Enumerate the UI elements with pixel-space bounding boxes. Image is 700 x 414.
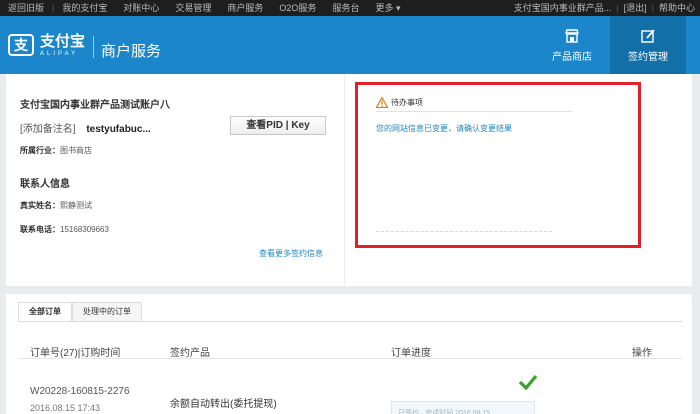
back-to-old-link[interactable]: 返回旧版 <box>0 0 52 16</box>
realname-row: 真实姓名：熙静测试 <box>20 200 92 211</box>
tab-all-orders[interactable]: 全部订单 <box>18 302 72 322</box>
help-center-link[interactable]: 帮助中心 <box>654 0 700 16</box>
header-divider <box>93 36 94 58</box>
phone-value: 15168309663 <box>60 225 109 234</box>
todo-title: 待办事项 <box>376 97 423 108</box>
tab-processing-orders[interactable]: 处理中的订单 <box>72 302 142 322</box>
order-number: W20228-160815-2276 <box>30 386 130 397</box>
view-pid-key-button[interactable]: 查看PID | Key <box>230 116 326 135</box>
nav-label: 产品商店 <box>552 52 592 63</box>
logout-link[interactable]: [退出] <box>619 0 652 16</box>
todo-rule <box>376 111 572 112</box>
checkmark-icon <box>518 374 538 390</box>
realname-label: 真实姓名： <box>20 201 60 210</box>
todo-box: 待办事项 您的网站信息已变更，请确认变更结果 <box>355 82 641 248</box>
page-title: 商户服务 <box>101 43 162 60</box>
todo-dashed-rule <box>376 231 552 232</box>
service-desk-link[interactable]: 服务台 <box>324 0 367 16</box>
trade-mgmt-link[interactable]: 交易管理 <box>167 0 219 16</box>
header: 支 支付宝 ALIPAY 商户服务 产品商店 签约管理 <box>0 16 700 74</box>
nav-contract-mgmt[interactable]: 签约管理 <box>610 16 686 74</box>
order-product: 余额自动转出(委托提现) <box>170 399 277 410</box>
more-contract-info-link[interactable]: 查看更多签约信息 <box>259 248 323 259</box>
reconcile-link[interactable]: 对账中心 <box>115 0 167 16</box>
o2o-service-link[interactable]: O2O服务 <box>271 0 324 16</box>
tabs-line <box>18 321 682 322</box>
edit-icon <box>641 29 655 43</box>
contact-title: 联系人信息 <box>20 179 70 190</box>
table-header-line <box>18 358 682 359</box>
caret-down-icon: ▾ <box>395 3 401 13</box>
realname-value: 熙静测试 <box>60 201 92 210</box>
industry-value: 图书商店 <box>60 146 92 155</box>
col-action: 操作 <box>632 348 652 359</box>
warning-icon <box>376 97 388 108</box>
add-note-link[interactable]: [添加备注名] <box>20 124 76 135</box>
store-icon <box>565 29 579 43</box>
col-progress: 订单进度 <box>391 348 431 359</box>
brand-cn: 支付宝 <box>40 33 86 50</box>
alipay-logo-icon[interactable]: 支 <box>8 34 34 56</box>
todo-title-text: 待办事项 <box>391 98 423 107</box>
order-time: 2016.08.15 17:43 <box>30 403 101 413</box>
note-row: [添加备注名] testyufabuc... <box>20 120 151 135</box>
account-name[interactable]: 支付宝国内事业群产品... <box>509 0 617 16</box>
col-product: 签约产品 <box>170 348 210 359</box>
panel-divider <box>344 74 345 286</box>
industry-row: 所属行业：图书商店 <box>20 145 92 156</box>
brand-en: ALIPAY <box>40 51 79 57</box>
top-nav-bar: 返回旧版 | 我的支付宝 对账中心 交易管理 商户服务 O2O服务 服务台 更多… <box>0 0 700 16</box>
orders-section: 全部订单 处理中的订单 订单号(27)|订购时间 签约产品 订单进度 操作 W2… <box>6 294 692 414</box>
more-label: 更多 <box>375 3 394 13</box>
nav-label: 签约管理 <box>628 52 668 63</box>
more-menu[interactable]: 更多 ▾ <box>367 0 408 16</box>
industry-label: 所属行业： <box>20 146 60 155</box>
user-id: testyufabuc... <box>86 124 151 135</box>
phone-label: 联系电话： <box>20 225 60 234</box>
brand: 支付宝 ALIPAY <box>40 34 85 58</box>
merchant-service-link[interactable]: 商户服务 <box>219 0 271 16</box>
my-alipay-link[interactable]: 我的支付宝 <box>54 0 115 16</box>
order-progress: 已签约 · 完成时间 2016.08.15 <box>391 401 535 414</box>
account-title: 支付宝国内事业群产品测试账户八 <box>20 100 170 111</box>
col-order: 订单号(27)|订购时间 <box>30 348 121 359</box>
order-tabs: 全部订单 处理中的订单 <box>18 302 142 322</box>
todo-message-link[interactable]: 您的网站信息已变更，请确认变更结果 <box>376 123 512 134</box>
phone-row: 联系电话：15168309663 <box>20 224 109 235</box>
nav-product-store[interactable]: 产品商店 <box>534 16 610 74</box>
account-panel: 支付宝国内事业群产品测试账户八 [添加备注名] testyufabuc... 查… <box>6 74 692 286</box>
